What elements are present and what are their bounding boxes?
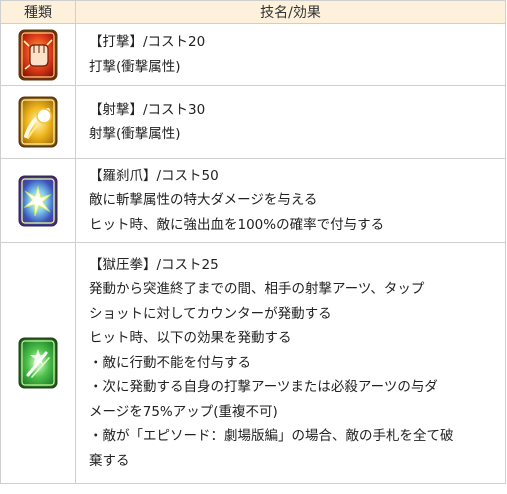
skill-effect-line: ショットに対してカウンターが発動する <box>89 305 332 322</box>
skill-table: 種類 技名/効果 【打撃】/コスト20 打撃(衝撃属性) 【射撃】/コスト30 … <box>0 0 506 484</box>
skill-effect-line: 打撃(衝撃属性) <box>89 58 181 75</box>
column-header-skill-effect: 技名/効果 <box>75 0 506 24</box>
table-row: 【射撃】/コスト30 射撃(衝撃属性) <box>0 85 506 159</box>
skill-name-cost: 【打撃】/コスト20 <box>89 34 206 50</box>
skill-effect-cell: 【獄圧拳】/コスト25 発動から突進終了までの間、相手の射撃アーツ、タップ ショ… <box>75 242 506 484</box>
skill-name-cost: 【射撃】/コスト30 <box>89 101 206 118</box>
skill-icon-cell <box>0 242 76 484</box>
table-row: 【獄圧拳】/コスト25 発動から突進終了までの間、相手の射撃アーツ、タップ ショ… <box>0 242 506 484</box>
table-row: 【羅刹爪】/コスト50 敵に斬撃属性の特大ダメージを与える ヒット時、敵に強出血… <box>0 158 506 243</box>
skill-effect-line: 射撃(衝撃属性) <box>89 126 181 142</box>
claw-burst-card-icon <box>18 175 58 226</box>
skill-name-cost: 【獄圧拳】/コスト25 <box>89 256 219 273</box>
skill-effect-line: 発動から突進終了までの間、相手の射撃アーツ、タップ <box>89 281 425 298</box>
table-row: 【打撃】/コスト20 打撃(衝撃属性) <box>0 23 506 86</box>
column-header-type: 種類 <box>0 0 76 24</box>
skill-effect-line: メージを75%アップ(重複不可) <box>89 403 278 420</box>
green-slash-card-icon <box>18 337 58 389</box>
skill-effect-cell: 【羅刹爪】/コスト50 敵に斬撃属性の特大ダメージを与える ヒット時、敵に強出血… <box>75 158 506 243</box>
skill-effect-line: 棄する <box>89 452 130 469</box>
comet-card-icon <box>18 96 58 148</box>
skill-effect-cell: 【射撃】/コスト30 射撃(衝撃属性) <box>75 85 506 159</box>
table-header-row: 種類 技名/効果 <box>0 0 506 24</box>
skill-effect-line: ヒット時、以下の効果を発動する <box>89 330 292 347</box>
skill-name-cost: 【羅刹爪】/コスト50 <box>89 167 219 184</box>
skill-icon-cell <box>0 85 76 159</box>
skill-effect-line: ヒット時、敵に強出血を100%の確率で付与する <box>89 216 385 233</box>
skill-effect-line: ・敵に行動不能を付与する <box>89 354 251 371</box>
skill-icon-cell <box>0 158 76 243</box>
skill-effect-cell: 【打撃】/コスト20 打撃(衝撃属性) <box>75 23 506 86</box>
skill-effect-line: 敵に斬撃属性の特大ダメージを与える <box>89 192 318 209</box>
skill-effect-line: ・敵が「エピソード：劇場版編」の場合、敵の手札を全て破 <box>89 428 454 445</box>
skill-effect-line: ・次に発動する自身の打撃アーツまたは必殺アーツの与ダ <box>89 379 438 396</box>
fist-card-icon <box>18 29 58 80</box>
skill-icon-cell <box>0 23 76 86</box>
